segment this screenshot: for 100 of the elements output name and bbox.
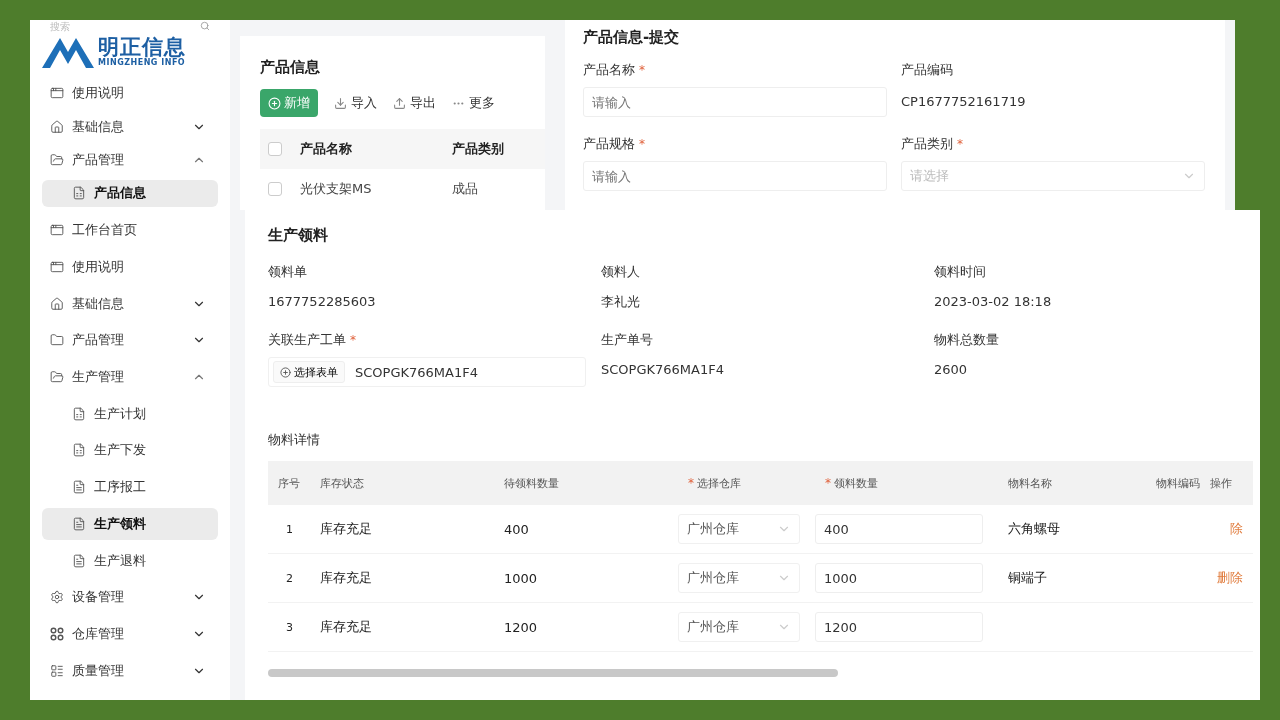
toolbar-button[interactable]: 更多	[452, 94, 495, 112]
column-header: 产品名称	[300, 139, 353, 158]
column-header: 序号	[278, 475, 300, 491]
table-cell-text: 库存充足	[319, 569, 373, 587]
plus-icon	[280, 366, 291, 378]
upload-icon	[393, 96, 406, 110]
page-title: 生产领料	[268, 226, 329, 245]
table-cell-text: 1200	[503, 619, 539, 635]
sidebar-item[interactable]: 工序报工	[42, 471, 218, 504]
column-header: 领料数量	[834, 475, 878, 491]
column-header: 物料名称	[1008, 475, 1052, 491]
sidebar-item[interactable]: 生产下发	[42, 434, 218, 467]
panel-title: 产品信息	[260, 58, 321, 77]
row-number: 2	[285, 571, 294, 585]
sidebar-item[interactable]: 使用说明	[42, 251, 218, 284]
field-label: 领料时间	[934, 263, 986, 281]
checkbox[interactable]	[268, 141, 282, 156]
home-icon	[50, 119, 64, 134]
download-icon	[334, 96, 347, 110]
sidebar-item[interactable]: 产品管理	[42, 146, 218, 174]
table-cell-text: 1000	[503, 570, 539, 586]
window-icon	[50, 260, 64, 275]
field-value: 2023-03-02 18:18	[934, 293, 1053, 311]
document-icon	[72, 186, 86, 201]
document-icon	[72, 516, 86, 531]
document-icon	[72, 553, 86, 568]
sidebar-item[interactable]: 仓库管理	[42, 617, 218, 650]
field-value: SCOPGK766MA1F4	[601, 361, 725, 379]
window-icon	[50, 86, 64, 101]
field-label: 生产单号	[601, 331, 653, 349]
folder-icon	[50, 152, 64, 167]
column-header: 库存状态	[320, 475, 364, 491]
logo-subtitle: MINGZHENG INFO	[98, 57, 186, 67]
home-icon	[50, 296, 64, 311]
table-cell-text: 铜端子	[1007, 569, 1048, 587]
required-mark: *	[688, 475, 694, 490]
section-title: 物料详情	[268, 431, 321, 449]
folder-icon	[50, 333, 64, 348]
picker-value: SCOPGK766MA1F4	[355, 364, 478, 380]
checkbox[interactable]	[268, 182, 282, 197]
table-cell-text: 400	[503, 521, 530, 537]
sidebar-item[interactable]: 产品管理	[42, 324, 218, 357]
field-label: 产品编码	[901, 61, 953, 79]
gear-icon	[50, 590, 64, 605]
field-label: 领料人	[601, 263, 640, 281]
warehouse-select[interactable]: 广州仓库	[678, 514, 800, 544]
document-icon	[72, 406, 86, 421]
required-mark: *	[350, 333, 356, 347]
form-title: 产品信息-提交	[583, 28, 681, 47]
sidebar-item[interactable]: 基础信息	[42, 112, 218, 141]
document-icon	[72, 480, 86, 495]
required-mark: *	[825, 475, 831, 490]
quantity-field[interactable]: 1200	[815, 612, 983, 642]
field-value: 李礼光	[601, 293, 641, 311]
select-form-button[interactable]: 选择表单	[273, 361, 345, 383]
document-icon	[72, 443, 86, 458]
warehouse-select[interactable]: 广州仓库	[678, 563, 800, 593]
row-number: 3	[285, 620, 294, 634]
warehouse-select[interactable]: 广州仓库	[678, 612, 800, 642]
table-cell-text: 成品	[452, 180, 479, 199]
column-header: 物料编码	[1156, 475, 1200, 491]
order-picker-field[interactable]: 选择表单 SCOPGK766MA1F4	[268, 357, 586, 387]
list-icon	[50, 663, 64, 678]
plus-icon	[268, 96, 281, 110]
sidebar-item[interactable]: 生产退料	[42, 544, 218, 577]
sidebar-item[interactable]: 基础信息	[42, 287, 218, 320]
table-cell-text: 库存充足	[319, 520, 373, 538]
field-label: 产品类别	[901, 135, 953, 153]
field-value: 1677752285603	[268, 293, 377, 311]
required-mark: *	[639, 63, 645, 77]
sidebar-item[interactable]: 工作台首页	[42, 214, 218, 247]
toolbar-button[interactable]: 导入	[334, 94, 377, 112]
text-field[interactable]: 请输入	[583, 161, 887, 191]
quantity-field[interactable]: 1000	[815, 563, 983, 593]
folder-icon	[50, 370, 64, 385]
required-mark: *	[957, 137, 963, 151]
sidebar-item[interactable]: 产品信息	[42, 179, 218, 207]
sidebar-item[interactable]: 生产管理	[42, 361, 218, 394]
sidebar-item[interactable]: 生产领料	[42, 507, 218, 540]
field-label: 产品规格	[583, 135, 635, 153]
search-field[interactable]: 搜索	[50, 20, 110, 32]
quantity-field[interactable]: 400	[815, 514, 983, 544]
sidebar-item[interactable]: 生产计划	[42, 397, 218, 430]
toolbar-button[interactable]: 导出	[393, 94, 436, 112]
field-value: 2600	[934, 361, 969, 379]
field-label: 物料总数量	[934, 331, 999, 349]
text-field[interactable]: 请输入	[583, 87, 887, 117]
logo-title: 明正信息	[98, 35, 186, 58]
field-label: 领料单	[268, 263, 307, 281]
table-cell-text: 库存充足	[319, 618, 373, 636]
sidebar-item[interactable]: 使用说明	[42, 79, 218, 107]
column-header: 产品类别	[452, 139, 505, 158]
sidebar-item[interactable]: 设备管理	[42, 581, 218, 614]
row-number: 1	[285, 522, 294, 536]
window-icon	[50, 223, 64, 238]
field-label: 产品名称	[583, 61, 635, 79]
required-mark: *	[639, 137, 645, 151]
search-icon	[200, 21, 210, 32]
sidebar-item[interactable]: 质量管理	[42, 654, 218, 687]
field-label: 关联生产工单	[268, 331, 346, 349]
